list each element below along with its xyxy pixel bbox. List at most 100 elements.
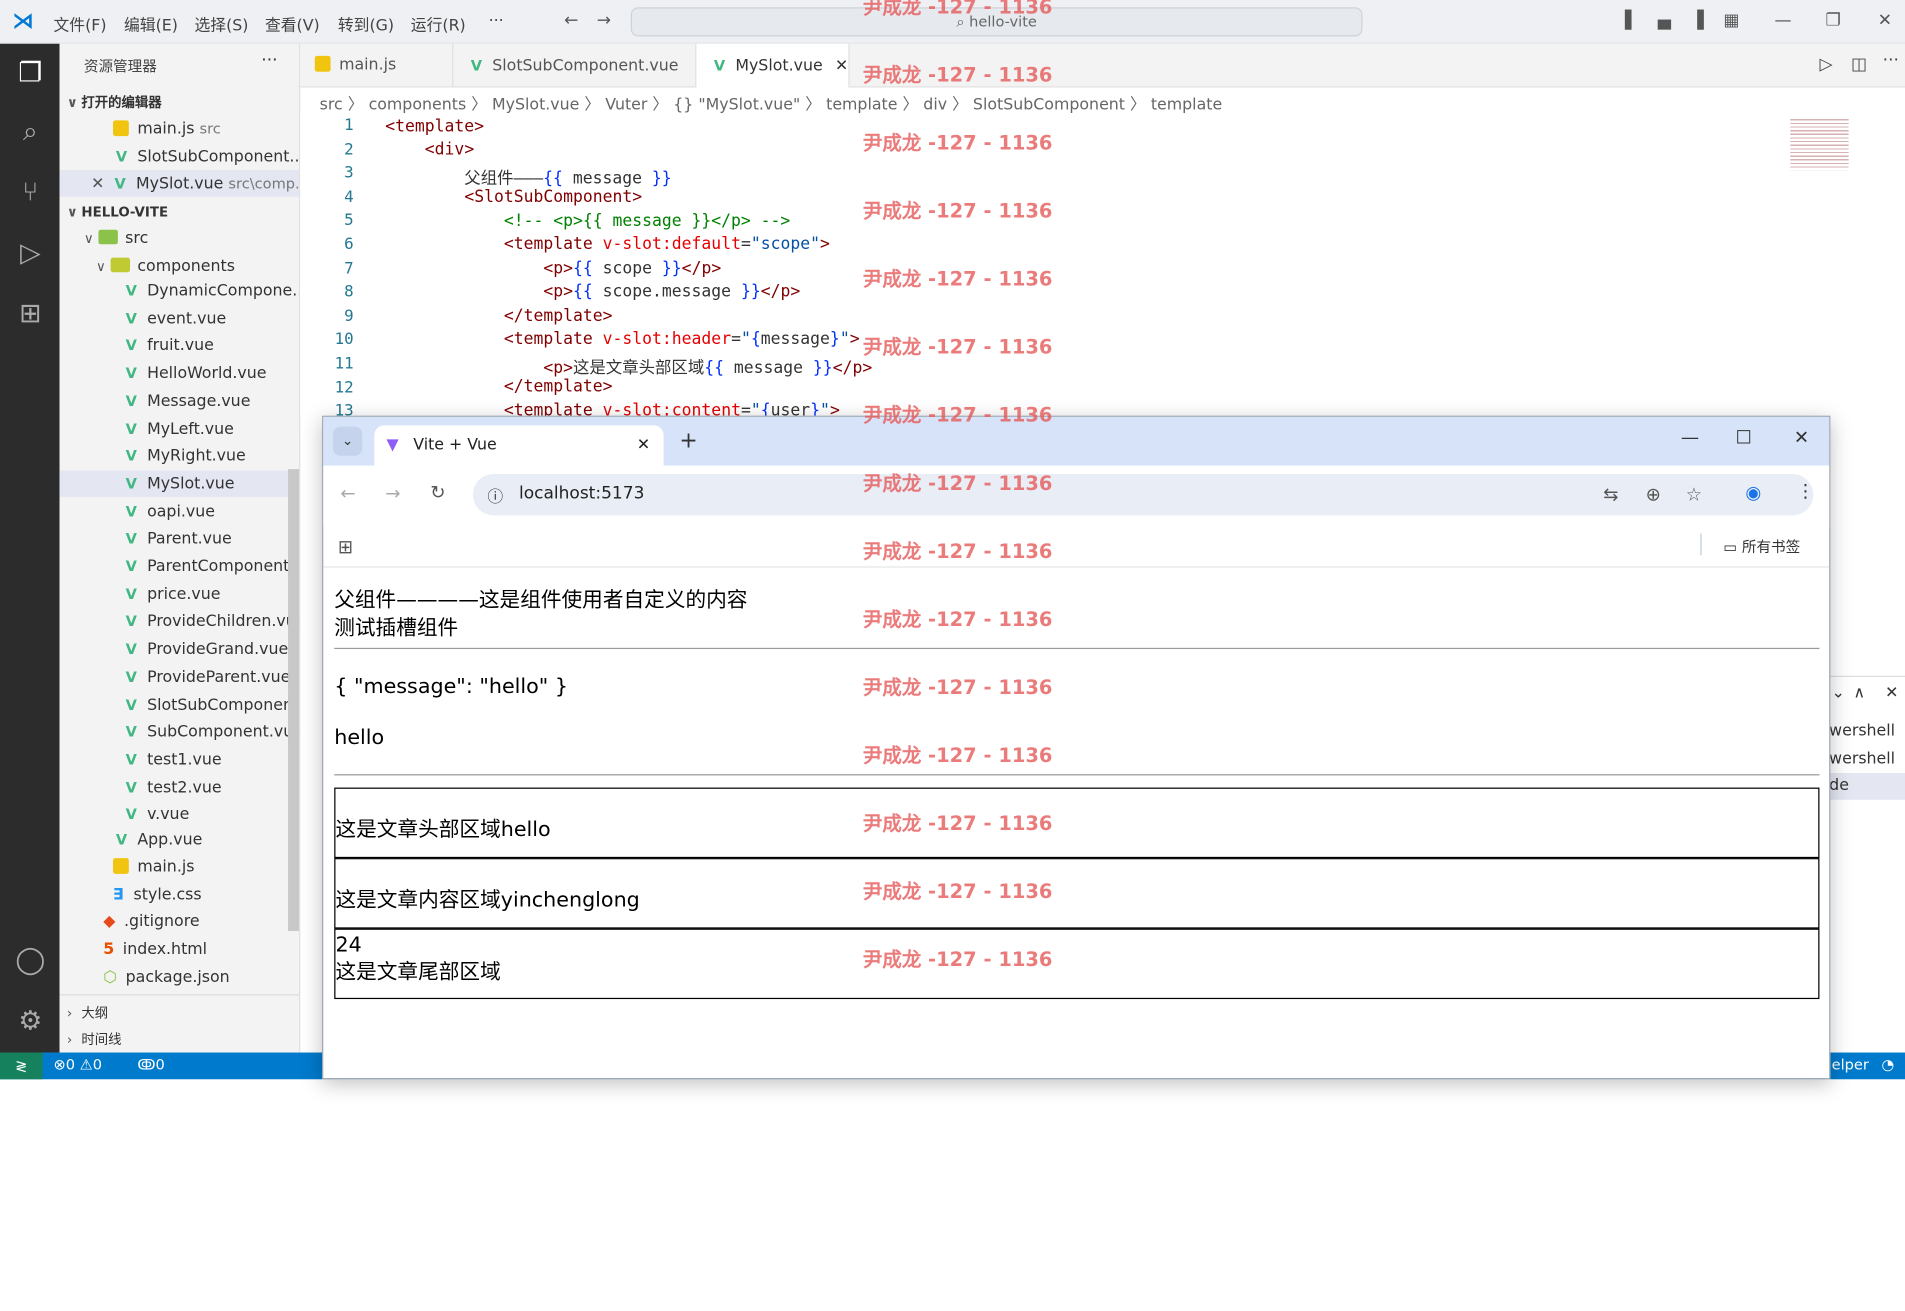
browser-minimize-icon[interactable]: — [1681, 427, 1699, 449]
translate-icon[interactable]: ⇆ [1603, 484, 1618, 506]
code-editor[interactable]: 1 2 3 4 5 6 7 8 9 10 11 12 13 <template> <div> 父组件——… [300, 114, 1905, 421]
split-editor-icon[interactable]: ◫ [1851, 55, 1867, 74]
browser-close-icon[interactable]: ✕ [1794, 427, 1809, 449]
menu-go[interactable]: 转到(G) [338, 12, 394, 35]
file-component[interactable]: V Parent.vue [123, 525, 232, 552]
close-tab-icon[interactable]: ✕ [835, 57, 848, 75]
file-app-vue[interactable]: V App.vue [113, 826, 202, 853]
terminal-item[interactable]: de [1829, 772, 1905, 800]
terminal-item[interactable]: wershell [1829, 746, 1895, 773]
tab-myslot[interactable]: V MySlot.vue ✕ [696, 43, 850, 88]
close-browser-tab-icon[interactable]: ✕ [637, 425, 650, 465]
file-component[interactable]: Vprice.vue [123, 581, 221, 608]
all-bookmarks[interactable]: ▭ 所有书签 [1723, 536, 1800, 557]
tab-search-icon[interactable]: ⌄ [333, 426, 363, 456]
ports-indicator[interactable]: ↂ0 [137, 1056, 164, 1073]
forward-arrow-icon[interactable]: → [597, 11, 611, 30]
menu-file[interactable]: 文件(F) [53, 12, 106, 35]
file-component[interactable]: V MyRight.vue [123, 443, 246, 470]
account-icon[interactable]: ◯ [12, 943, 48, 979]
open-editor-slotsub[interactable]: V SlotSubComponent.... [113, 143, 299, 170]
file-component[interactable]: Voapi.vue [123, 498, 215, 525]
terminal-item[interactable]: wershell [1829, 718, 1895, 745]
new-tab-icon[interactable]: + [679, 428, 697, 454]
menu-more[interactable]: ··· [489, 12, 504, 30]
menu-edit[interactable]: 编辑(E) [124, 12, 178, 35]
more-actions-icon[interactable]: ··· [261, 51, 277, 70]
open-editor-main-js[interactable]: main.js src [113, 115, 221, 142]
tab-slotsub[interactable]: V SlotSubComponent.vue [453, 43, 697, 88]
minimap[interactable] [1790, 116, 1849, 171]
close-window-icon[interactable]: ✕ [1878, 11, 1892, 30]
bookmark-star-icon[interactable]: ☆ [1686, 484, 1702, 506]
menu-run[interactable]: 运行(R) [411, 12, 466, 35]
file-component[interactable]: Vv.vue [123, 801, 190, 828]
customize-layout-icon[interactable]: ▦ [1723, 11, 1739, 30]
file-component[interactable]: V MyLeft.vue [123, 415, 234, 442]
chevron-icon[interactable]: ⌄ [1832, 684, 1845, 702]
file-component[interactable]: V ParentComponent... [123, 553, 299, 580]
file-component[interactable]: Vtest1.vue [123, 746, 222, 773]
toggle-sidebar-icon[interactable]: ▌ [1625, 11, 1638, 30]
site-info-icon[interactable]: ⓘ [487, 484, 503, 507]
status-right-item[interactable]: elper [1832, 1056, 1869, 1073]
restore-icon[interactable]: ❐ [1826, 11, 1841, 30]
browser-forward-icon[interactable]: → [385, 483, 400, 505]
open-editors-section[interactable]: ∨ 打开的编辑器 [67, 92, 162, 111]
reload-icon[interactable]: ↻ [430, 481, 445, 503]
file-component[interactable]: Vfruit.vue [123, 332, 214, 359]
maximize-panel-icon[interactable]: ∧ [1853, 684, 1865, 702]
file-component[interactable]: V HelloWorld.vue [123, 360, 267, 387]
menu-selection[interactable]: 选择(S) [194, 12, 248, 35]
toggle-panel-icon[interactable]: ▄ [1658, 11, 1671, 30]
close-panel-icon[interactable]: ✕ [1885, 684, 1898, 702]
file-component[interactable]: V DynamicCompone... [123, 277, 299, 304]
notification-bell-icon[interactable]: ◔ [1881, 1056, 1894, 1073]
close-editor-icon[interactable]: ✕ [91, 175, 104, 193]
extensions-icon[interactable]: ⊞ [12, 297, 48, 333]
file-style-css[interactable]: ∃ style.css [113, 882, 202, 909]
toggle-secondary-sidebar-icon[interactable]: ▐ [1691, 11, 1704, 30]
file-component[interactable]: V SlotSubComponen... [123, 691, 299, 718]
explorer-icon[interactable]: ❐ [12, 56, 48, 92]
file-component[interactable]: V SubComponent.vue [123, 719, 299, 746]
remote-icon[interactable]: ≷ [0, 1052, 43, 1080]
file-component[interactable]: V ProvideParent.vue [123, 663, 291, 690]
file-component[interactable]: V Message.vue [123, 387, 251, 414]
profile-icon[interactable]: ◉ [1745, 481, 1761, 503]
source-control-icon[interactable]: ⑂ [12, 175, 48, 211]
browser-back-icon[interactable]: ← [340, 483, 355, 505]
run-debug-icon[interactable]: ▷ [12, 236, 48, 272]
address-bar[interactable]: ⓘ localhost:5173 ⇆ ⊕ ☆ [472, 474, 1814, 516]
problems-indicator[interactable]: ⊗0 ⚠0 [53, 1056, 102, 1073]
breadcrumb[interactable]: src 〉 components 〉 MySlot.vue 〉 Vuter 〉 … [320, 91, 1223, 114]
settings-gear-icon[interactable]: ⚙ [12, 1004, 48, 1040]
file-main-js[interactable]: main.js [113, 854, 194, 881]
file-component[interactable]: V ProvideGrand.vue [123, 636, 289, 663]
apps-grid-icon[interactable]: ⊞ [338, 536, 353, 558]
file-package-json[interactable]: ⬡ package.json [103, 965, 229, 992]
browser-menu-icon[interactable]: ⋮ [1796, 480, 1814, 502]
tab-main-js[interactable]: main.js [300, 43, 454, 88]
browser-maximize-icon[interactable]: ☐ [1736, 427, 1752, 449]
run-icon[interactable]: ▷ [1819, 55, 1832, 74]
zoom-icon[interactable]: ⊕ [1646, 484, 1661, 506]
file-component[interactable]: V MySlot.vue [59, 470, 289, 497]
file-component[interactable]: V ProvideChildren.vue [123, 608, 299, 635]
browser-tab-vite-vue[interactable]: ▼ Vite + Vue ✕ [374, 425, 664, 466]
sidebar-scrollbar[interactable] [288, 469, 299, 931]
back-arrow-icon[interactable]: ← [564, 11, 578, 30]
menu-view[interactable]: 查看(V) [265, 12, 320, 35]
file-component[interactable]: Vevent.vue [123, 305, 227, 332]
project-section[interactable]: ∨ HELLO-VITE [67, 204, 168, 220]
folder-src[interactable]: ∨ src [84, 226, 148, 253]
more-editor-actions-icon[interactable]: ··· [1883, 51, 1899, 70]
minimize-icon[interactable]: — [1774, 11, 1791, 30]
timeline-section[interactable]: › 时间线 [67, 1029, 122, 1048]
outline-section[interactable]: › 大纲 [67, 1003, 108, 1022]
search-activity-icon[interactable]: ⌕ [12, 114, 48, 150]
open-editor-myslot[interactable]: ✕ V MySlot.vue src\comp... [59, 170, 299, 197]
file-component[interactable]: Vtest2.vue [123, 774, 222, 801]
file-index-html[interactable]: 5 index.html [103, 937, 207, 964]
file-gitignore[interactable]: ◆ .gitignore [103, 909, 199, 936]
